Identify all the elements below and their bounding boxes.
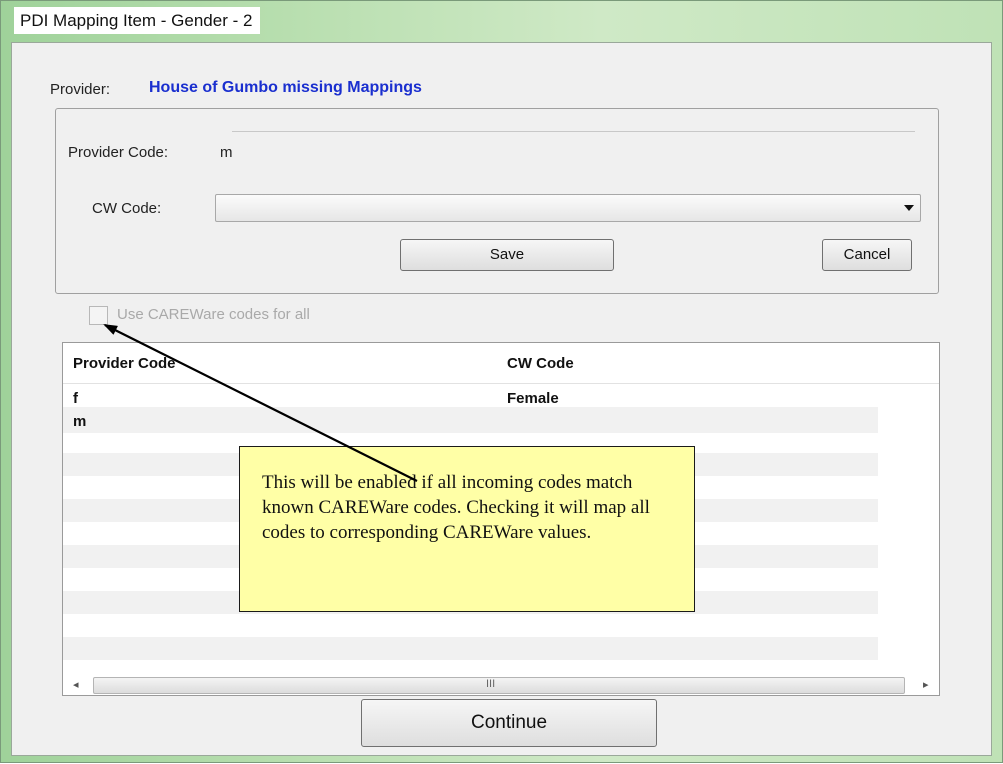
annotation-arrow xyxy=(103,324,418,482)
arrow-line xyxy=(103,324,418,482)
dialog-window: PDI Mapping Item - Gender - 2 Provider: … xyxy=(0,0,1003,763)
